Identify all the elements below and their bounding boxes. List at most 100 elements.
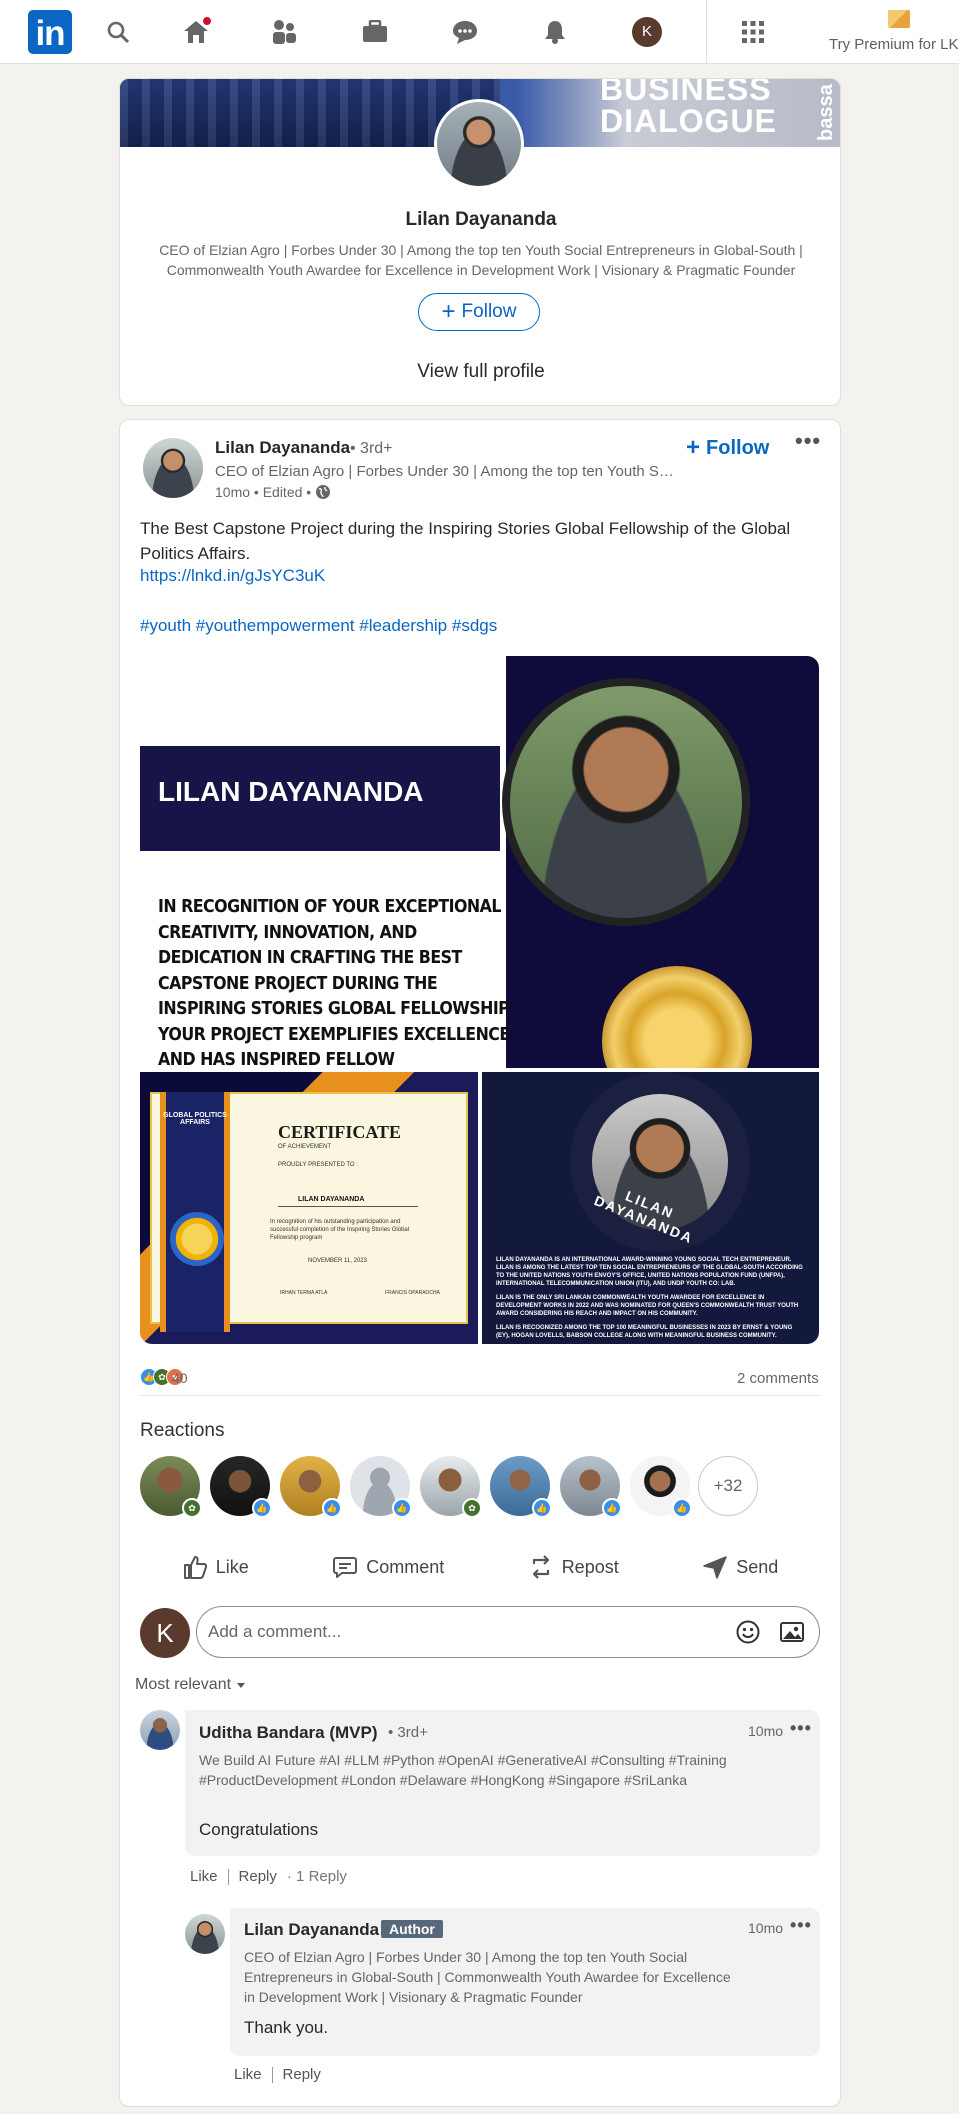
author-badge: Author — [381, 1920, 443, 1938]
image-icon[interactable] — [779, 1619, 805, 1645]
post-author-name[interactable]: Lilan Dayananda — [215, 438, 350, 458]
post-author-avatar[interactable] — [143, 438, 203, 498]
bio-paragraph-1: LILAN DAYANANDA IS AN INTERNATIONAL AWAR… — [496, 1257, 803, 1287]
signature-1: IRHAN TERMA ATLA — [280, 1290, 328, 1296]
like-badge-icon: 👍 — [322, 1498, 342, 1518]
signature-2: FRANCIS OPARAOCHA — [385, 1290, 440, 1296]
post-image-bio[interactable]: LILAN DAYANANDA LILAN DAYANANDA IS AN IN… — [482, 1072, 819, 1344]
more-reactors-button[interactable]: +32 — [698, 1456, 758, 1516]
globe-icon — [316, 485, 331, 499]
comment-input[interactable]: Add a comment... — [196, 1606, 820, 1658]
separator — [227, 1868, 229, 1885]
certificate-subtitle: OF ACHIEVEMENT — [278, 1144, 332, 1150]
me-avatar: K — [632, 17, 662, 47]
comment-reply-count[interactable]: · 1 Reply — [287, 1868, 347, 1885]
premium-link[interactable]: Try Premium for LKR — [829, 36, 959, 53]
send-button[interactable]: Send — [702, 1554, 778, 1580]
reactor-avatar[interactable]: ✿ — [420, 1456, 482, 1518]
profile-follow-button[interactable]: + Follow — [418, 293, 540, 331]
linkedin-logo[interactable]: in — [28, 10, 72, 54]
repost-icon — [532, 1555, 549, 1579]
like-label: Like — [215, 1556, 249, 1577]
repost-button[interactable]: Repost — [528, 1554, 619, 1580]
post-link[interactable]: https://lnkd.in/gJsYC3uK — [140, 566, 325, 586]
reply-reply-button[interactable]: Reply — [283, 2066, 321, 2083]
messaging-icon[interactable] — [445, 0, 485, 64]
like-button[interactable]: Like — [182, 1554, 249, 1580]
like-badge-icon: 👍 — [672, 1498, 692, 1518]
profile-name[interactable]: Lilan Dayananda — [120, 209, 840, 231]
comment-actions: Like Reply · 1 Reply — [190, 1868, 347, 1885]
certificate-title: CERTIFICATE — [278, 1122, 402, 1142]
commenter-name[interactable]: Uditha Bandara (MVP) — [199, 1723, 378, 1743]
comment-placeholder: Add a comment... — [208, 1622, 342, 1641]
commenter-headline: We Build AI Future #AI #LLM #Python #Ope… — [199, 1752, 727, 1788]
profile-avatar[interactable] — [434, 99, 524, 189]
certificate-seal — [170, 1212, 224, 1266]
people-icon[interactable] — [264, 0, 304, 64]
comment-sort-dropdown[interactable]: Most relevant — [135, 1676, 247, 1694]
emoji-icon[interactable] — [735, 1619, 761, 1645]
post-image-certificate[interactable]: GLOBAL POLITICS AFFAIRS CERTIFICATE OF A… — [140, 1072, 478, 1344]
author-profile-card: BUSINESS DIALOGUE bassa Lilan Dayananda … — [119, 78, 841, 406]
plus-icon: + — [686, 434, 701, 461]
post-follow-label: Follow — [706, 436, 770, 459]
comment-reply-button[interactable]: Reply — [239, 1868, 277, 1885]
comment-text: Congratulations — [199, 1820, 319, 1839]
view-full-profile-link[interactable]: View full profile — [120, 361, 840, 383]
reply-author-name[interactable]: Lilan Dayananda — [244, 1920, 379, 1940]
reactor-avatar[interactable]: 👍 — [560, 1456, 622, 1518]
reaction-count[interactable]: 40 — [172, 1370, 188, 1386]
comment-button[interactable]: Comment — [332, 1554, 444, 1580]
reactor-avatar[interactable]: 👍 — [280, 1456, 342, 1518]
reactor-avatar[interactable]: ✿ — [140, 1456, 202, 1518]
reactor-avatar[interactable]: 👍 — [630, 1456, 692, 1518]
certificate-org: GLOBAL POLITICS AFFAIRS — [163, 1112, 227, 1126]
caret-down-icon — [237, 1683, 246, 1688]
image-name: LILAN DAYANANDA — [158, 776, 424, 807]
current-user-avatar: K — [140, 1608, 190, 1658]
post-follow-button[interactable]: + Follow — [686, 434, 769, 462]
plus-icon: + — [441, 298, 456, 325]
more-icon[interactable]: ••• — [790, 1915, 812, 1936]
certificate-presented: PROUDLY PRESENTED TO : — [278, 1162, 358, 1168]
comment-icon — [333, 1557, 358, 1578]
post-author-headline: CEO of Elzian Agro | Forbes Under 30 | A… — [215, 463, 675, 480]
certificate-body: In recognition of his outstanding partic… — [270, 1219, 410, 1241]
banner-text-3: bassa — [815, 84, 837, 141]
profile-headline: CEO of Elzian Agro | Forbes Under 30 | A… — [159, 242, 803, 278]
search-icon[interactable] — [98, 0, 138, 64]
like-badge-icon: 👍 — [392, 1498, 412, 1518]
apps-grid-icon[interactable] — [733, 0, 773, 64]
notification-dot — [200, 14, 214, 28]
more-icon[interactable]: ••• — [795, 428, 821, 454]
premium-icon[interactable] — [888, 10, 910, 28]
repost-label: Repost — [561, 1556, 619, 1577]
send-label: Send — [736, 1556, 779, 1577]
comment-like-button[interactable]: Like — [190, 1868, 218, 1885]
post-hashtags[interactable]: #youth #youthempowerment #leadership #sd… — [140, 616, 497, 636]
support-badge-icon: ✿ — [182, 1498, 202, 1518]
home-icon[interactable] — [176, 0, 216, 64]
commenter-avatar[interactable] — [140, 1710, 180, 1750]
reply-author-avatar[interactable] — [185, 1914, 225, 1954]
reactor-avatar[interactable]: 👍 — [350, 1456, 412, 1518]
briefcase-icon[interactable] — [355, 0, 395, 64]
reply-author-headline: CEO of Elzian Agro | Forbes Under 30 | A… — [244, 1949, 731, 2005]
certificate-signatures: IRHAN TERMA ATLA FRANCIS OPARAOCHA — [280, 1290, 440, 1296]
portrait-photo — [502, 678, 750, 926]
reply-time: 10mo — [748, 1920, 784, 1936]
commenter-degree: • 3rd+ — [388, 1724, 428, 1741]
reactor-avatar[interactable]: 👍 — [490, 1456, 552, 1518]
like-badge-icon: 👍 — [252, 1498, 272, 1518]
me-avatar-button[interactable]: K — [627, 0, 667, 64]
reply-like-button[interactable]: Like — [234, 2066, 262, 2083]
bell-icon[interactable] — [535, 0, 575, 64]
more-icon[interactable]: ••• — [790, 1718, 812, 1739]
comment-count[interactable]: 2 comments — [737, 1370, 819, 1387]
like-badge-icon: 👍 — [532, 1498, 552, 1518]
sort-label: Most relevant — [135, 1676, 232, 1693]
post-image-1[interactable]: LILAN DAYANANDA IN RECOGNITION OF YOUR E… — [140, 656, 819, 1068]
reactor-avatar[interactable]: 👍 — [210, 1456, 272, 1518]
like-icon — [183, 1556, 207, 1579]
